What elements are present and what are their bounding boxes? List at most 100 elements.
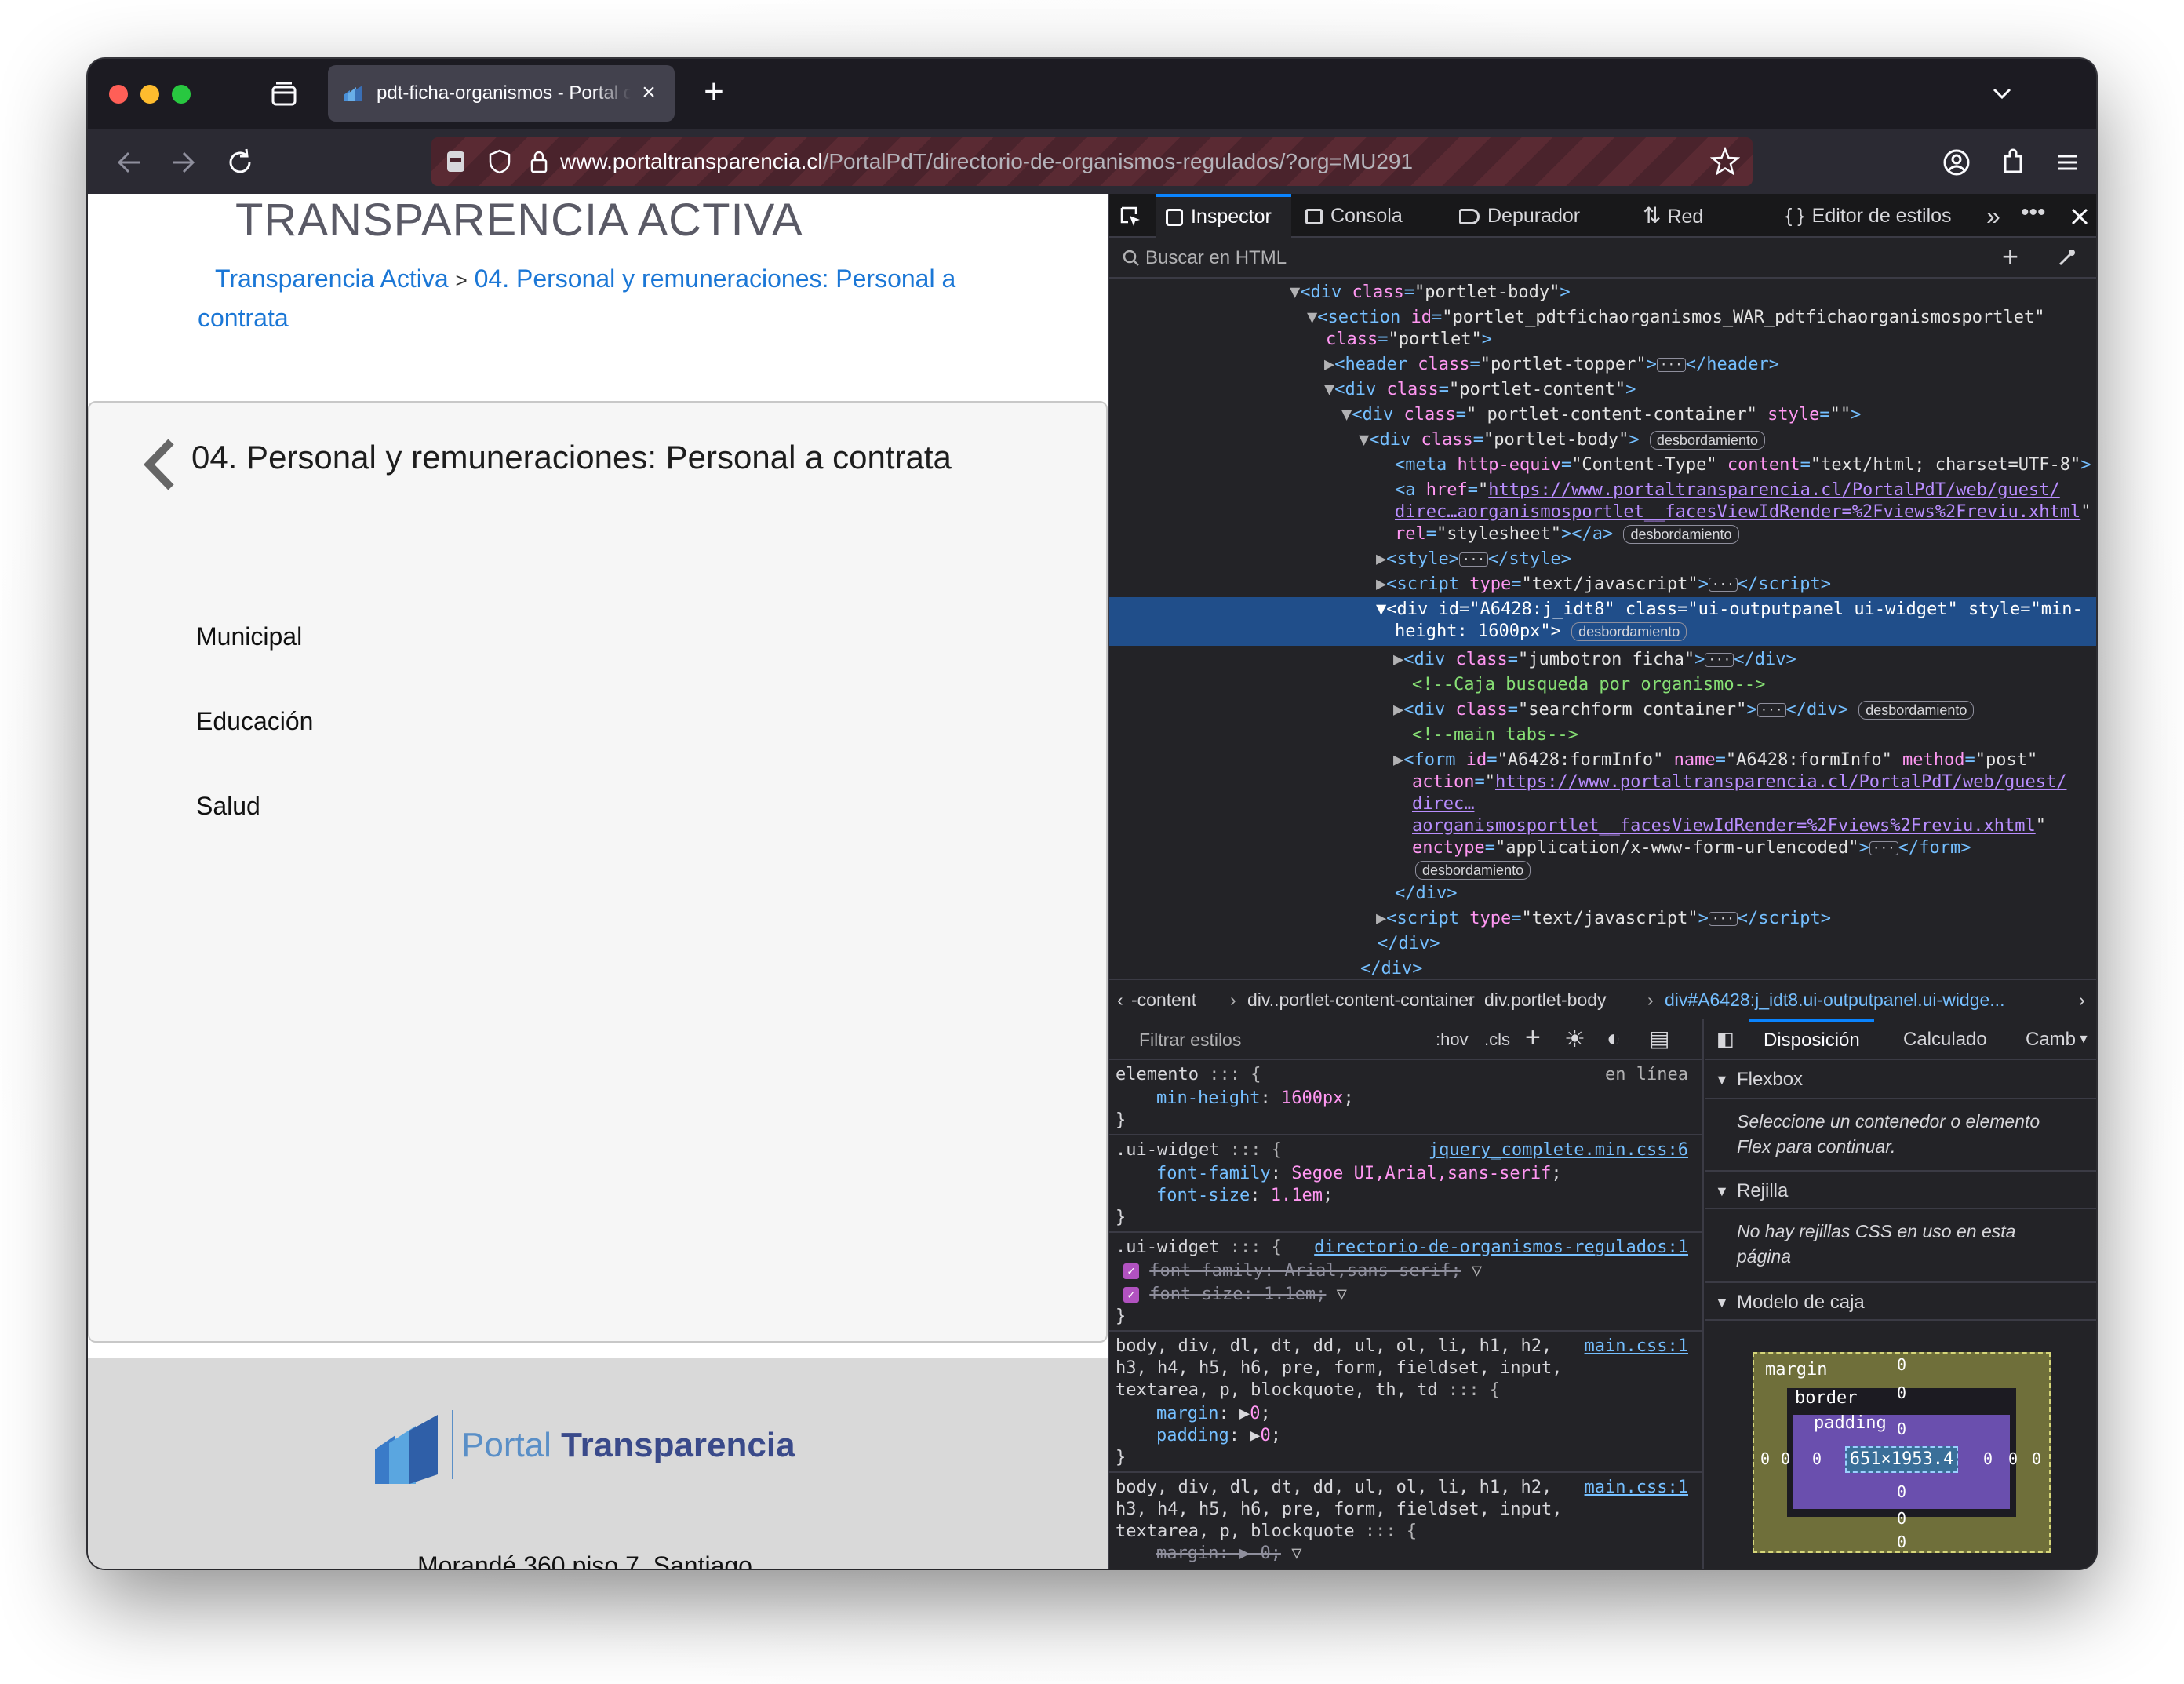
box-model-content[interactable]: 651×1953.4 xyxy=(1845,1446,1958,1473)
declaration-checkbox[interactable]: ✓ xyxy=(1123,1263,1139,1279)
rule-decl-overridden[interactable]: ✓ font-size: 1.1em; ▽ xyxy=(1116,1283,1696,1307)
tree-line[interactable]: ▼<div class="portlet-body"> desbordamien… xyxy=(1109,428,2096,453)
more-tabs-chevron-icon[interactable]: » xyxy=(1986,194,2000,238)
border-top-value[interactable]: 0 xyxy=(1897,1383,1906,1402)
tab-cambios[interactable]: Camb xyxy=(2026,1019,2076,1060)
node-crumb[interactable]: div.portlet-body xyxy=(1484,990,1607,1011)
border-left-value[interactable]: 0 xyxy=(1781,1449,1790,1468)
margin-bottom-value[interactable]: 0 xyxy=(1897,1533,1906,1551)
rule-decl[interactable]: min-height: 1600px; xyxy=(1116,1087,1696,1110)
padding-right-value[interactable]: 0 xyxy=(1983,1449,1993,1468)
add-rule-icon[interactable]: + xyxy=(1525,1022,1541,1053)
tab-consola[interactable]: Consola xyxy=(1305,194,1403,238)
tab-depurador[interactable]: Depurador xyxy=(1459,194,1580,238)
tree-line[interactable]: ▼<div class="portlet-content"> xyxy=(1109,377,2096,403)
breadcrumb-link-personal-contrata[interactable]: 04. Personal y remuneraciones: Personal … xyxy=(475,264,956,293)
tree-line[interactable]: ▶<div class="searchform container"> ··· </… xyxy=(1109,698,2096,723)
minimize-window-button[interactable] xyxy=(140,85,159,104)
tab-disposicion[interactable]: Disposición xyxy=(1749,1019,1874,1060)
more-tabs-icon[interactable]: ▼ xyxy=(2077,1019,2090,1060)
tab-red[interactable]: ⇅ Red xyxy=(1643,194,1703,238)
sidebar-toggle-icon[interactable]: ◧ xyxy=(1716,1019,1734,1060)
forward-arrow-icon[interactable] xyxy=(166,145,201,180)
breadcrumb-scroll-left-icon[interactable]: ‹ xyxy=(1117,990,1123,1011)
margin-right-value[interactable]: 0 xyxy=(2032,1449,2041,1468)
tree-line[interactable]: ▶<script type="text/javascript"> ··· </scr… xyxy=(1109,572,2096,597)
border-right-value[interactable]: 0 xyxy=(2008,1449,2018,1468)
padding-top-value[interactable]: 0 xyxy=(1897,1420,1906,1438)
element-picker-icon[interactable] xyxy=(1119,205,1142,228)
tab-overview-icon[interactable] xyxy=(270,81,298,108)
section-rejilla[interactable]: ▼ Rejilla xyxy=(1705,1170,2096,1209)
rule-decl[interactable]: font-size: 1.1em; xyxy=(1116,1184,1696,1208)
close-window-button[interactable] xyxy=(109,85,128,104)
bookmark-star-icon[interactable] xyxy=(1710,147,1740,177)
rule-decl[interactable]: margin: ▶0; xyxy=(1116,1402,1696,1426)
tab-editor-de-estilos[interactable]: { } Editor de estilos xyxy=(1785,194,1952,238)
filter-styles-input[interactable] xyxy=(1119,1026,1432,1054)
category-educacion[interactable]: Educación xyxy=(196,707,313,736)
rule-decl[interactable]: padding: ▶0; xyxy=(1116,1424,1696,1448)
tree-line[interactable]: ▶<script type="text/javascript"> ··· </scr… xyxy=(1109,906,2096,931)
section-flexbox[interactable]: ▼ Flexbox xyxy=(1705,1060,2096,1099)
rule-decl[interactable]: font-family: Segoe UI,Arial,sans-serif; xyxy=(1116,1162,1696,1186)
padding-left-value[interactable]: 0 xyxy=(1812,1449,1822,1468)
url-text[interactable]: www.portaltransparencia.cl/PortalPdT/dir… xyxy=(560,149,1413,174)
margin-top-value[interactable]: 0 xyxy=(1897,1355,1906,1374)
tab-calculado[interactable]: Calculado xyxy=(1903,1019,1987,1060)
filter-icon[interactable]: ▽ xyxy=(1472,1261,1482,1281)
light-scheme-icon[interactable]: ☀ xyxy=(1564,1026,1585,1053)
tree-line[interactable]: <meta http-equiv="Content-Type" content=… xyxy=(1109,453,2096,478)
breadcrumb-scroll-right-icon[interactable]: › xyxy=(2079,990,2085,1011)
tree-line[interactable]: </div> xyxy=(1109,957,2096,979)
section-modelo-de-caja[interactable]: ▼ Modelo de caja xyxy=(1705,1281,2096,1321)
zoom-window-button[interactable] xyxy=(172,85,191,104)
lock-icon[interactable] xyxy=(526,148,552,175)
account-icon[interactable] xyxy=(1941,147,1972,178)
breadcrumb-link-transparencia-activa[interactable]: Transparencia Activa xyxy=(215,264,449,293)
menu-hamburger-icon[interactable] xyxy=(2052,147,2084,178)
tree-line[interactable]: ▼<div class="portlet-body"> xyxy=(1109,280,2096,305)
node-crumb[interactable]: div..portlet-content-container xyxy=(1247,990,1475,1011)
print-media-icon[interactable]: ▤ xyxy=(1649,1026,1669,1052)
close-tab-icon[interactable]: × xyxy=(637,81,661,104)
back-arrow-icon[interactable] xyxy=(111,145,146,180)
tracking-shield-icon[interactable] xyxy=(486,148,513,175)
margin-left-value[interactable]: 0 xyxy=(1760,1449,1770,1468)
padding-bottom-value[interactable]: 0 xyxy=(1897,1482,1906,1501)
cls-toggle[interactable]: .cls xyxy=(1484,1030,1510,1050)
add-node-icon[interactable]: + xyxy=(2002,242,2018,271)
rule-decl-overridden[interactable]: ✓ font-family: Arial,sans-serif; ▽ xyxy=(1116,1259,1696,1283)
declaration-checkbox[interactable]: ✓ xyxy=(1123,1287,1139,1303)
tree-line[interactable]: <!--Caja busqueda por organismo--> xyxy=(1109,673,2096,698)
node-crumb-selected[interactable]: div#A6428:j_idt8.ui-outputpanel.ui-widge… xyxy=(1665,990,2004,1011)
tree-line[interactable]: <!--main tabs--> xyxy=(1109,723,2096,748)
list-all-tabs-icon[interactable] xyxy=(1986,78,2018,109)
new-tab-button[interactable]: + xyxy=(697,75,731,111)
hov-toggle[interactable]: :hov xyxy=(1436,1030,1469,1050)
browser-tab[interactable]: pdt-ficha-organismos - Portal de Transpa… xyxy=(328,65,675,122)
tree-line[interactable]: </div> xyxy=(1109,931,2096,957)
node-crumb[interactable]: -content xyxy=(1131,990,1196,1011)
url-bar[interactable]: www.portaltransparencia.cl/PortalPdT/dir… xyxy=(431,137,1753,186)
eyedropper-icon[interactable] xyxy=(2055,247,2077,269)
tree-line[interactable]: ▶<style> ··· </style> xyxy=(1109,547,2096,572)
tree-line[interactable]: </div> xyxy=(1109,881,2096,906)
back-chevron-icon[interactable] xyxy=(140,437,179,492)
tree-line[interactable]: ▶<div class="jumbotron ficha"> ··· </div> xyxy=(1109,647,2096,673)
tab-inspector[interactable]: Inspector xyxy=(1156,194,1291,238)
category-salud[interactable]: Salud xyxy=(196,792,260,821)
breadcrumb-link-personal-contrata-cont[interactable]: contrata xyxy=(198,304,289,332)
dark-scheme-icon[interactable]: ◐ xyxy=(1607,1026,1621,1052)
extensions-puzzle-icon[interactable] xyxy=(1997,147,2029,178)
filter-icon[interactable]: ▽ xyxy=(1337,1285,1347,1304)
tree-line[interactable]: ▶<header class="portlet-topper"> ··· </hea… xyxy=(1109,352,2096,377)
tree-line[interactable]: ▼<div class=" portlet-content-container"… xyxy=(1109,403,2096,428)
rule-decl-overridden[interactable]: margin: ▶ 0; ▽ xyxy=(1116,1542,1696,1566)
html-search-input[interactable] xyxy=(1125,244,1988,272)
close-devtools-icon[interactable] xyxy=(2068,205,2091,228)
category-municipal[interactable]: Municipal xyxy=(196,622,302,651)
devtools-options-icon[interactable]: ••• xyxy=(2021,191,2046,235)
reload-icon[interactable] xyxy=(223,145,257,180)
border-bottom-value[interactable]: 0 xyxy=(1897,1509,1906,1528)
